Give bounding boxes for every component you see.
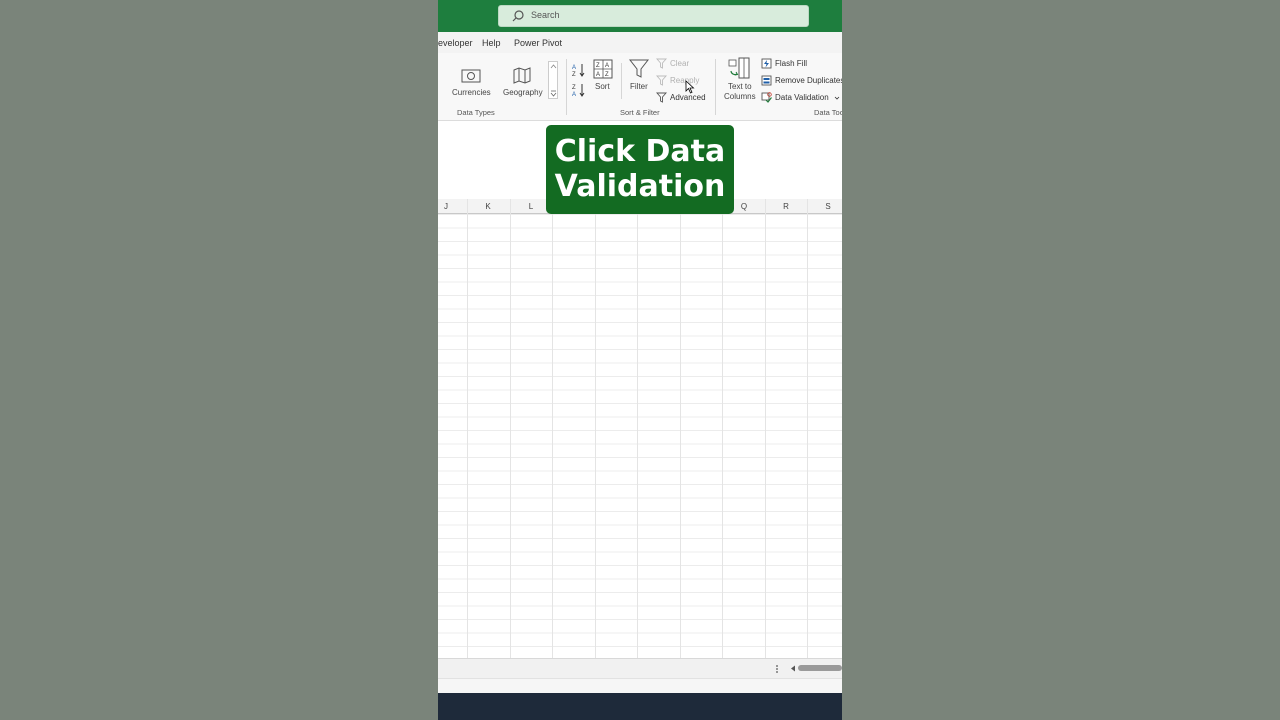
spreadsheet-grid[interactable] [438, 214, 842, 658]
instruction-overlay: Click Data Validation [546, 125, 734, 214]
chevron-down-icon[interactable] [834, 95, 840, 101]
sort-za-icon[interactable]: Z A [572, 83, 586, 97]
horizontal-scrollbar[interactable] [798, 665, 842, 671]
advanced-label: Advanced [670, 93, 706, 102]
menu-bar: eveloper Help Power Pivot [438, 32, 842, 53]
gridline [680, 199, 681, 658]
svg-text:Z: Z [572, 72, 576, 77]
svg-text:Z: Z [605, 72, 609, 78]
column-header-l[interactable]: L [521, 202, 541, 211]
overlay-line-1: Click Data [554, 134, 726, 169]
menu-developer[interactable]: eveloper [438, 38, 473, 48]
separator [621, 63, 622, 99]
reapply-icon [656, 75, 667, 86]
svg-text:A: A [596, 72, 600, 78]
data-tools-group-title: Data Too [814, 108, 842, 117]
chevron-up-icon [550, 64, 557, 69]
remove-duplicates-label: Remove Duplicates [775, 76, 842, 85]
more-options-icon[interactable] [775, 664, 779, 674]
text-to-columns-icon [728, 57, 750, 79]
remove-duplicates-icon [761, 75, 772, 86]
gridline [765, 199, 766, 658]
column-header-j[interactable]: J [438, 202, 456, 211]
data-validation-icon [761, 92, 772, 103]
sort-filter-group-title: Sort & Filter [620, 108, 660, 117]
excel-window: Search eveloper Help Power Pivot Currenc… [438, 0, 842, 720]
svg-text:Z: Z [572, 85, 576, 91]
mouse-cursor-icon [685, 80, 695, 94]
geography-label: Geography [503, 88, 543, 97]
sort-label: Sort [595, 82, 610, 91]
filter-label: Filter [630, 82, 648, 91]
ribbon: Currencies Geography Data Types A Z Z A [438, 53, 842, 121]
menu-power-pivot[interactable]: Power Pivot [514, 38, 562, 48]
gridline [467, 199, 468, 658]
filter-icon [628, 59, 650, 78]
video-bottom-bar [438, 693, 842, 720]
gridline [595, 199, 596, 658]
search-icon [512, 10, 524, 22]
clear-filter-icon [656, 58, 667, 69]
gridline [552, 199, 553, 658]
gridline [807, 199, 808, 658]
column-header-q[interactable]: Q [734, 202, 754, 211]
clear-label: Clear [670, 59, 690, 68]
flash-fill-label: Flash Fill [775, 59, 808, 68]
svg-text:A: A [572, 92, 576, 97]
gallery-scroll[interactable] [548, 61, 558, 99]
data-types-group-title: Data Types [457, 108, 495, 117]
search-placeholder: Search [531, 10, 560, 20]
column-header-s[interactable]: S [818, 202, 838, 211]
sheet-tab-bar [438, 658, 842, 678]
text-to-columns-label-2: Columns [724, 92, 756, 101]
svg-text:A: A [605, 63, 609, 69]
search-box[interactable]: Search [498, 5, 809, 27]
currencies-label: Currencies [452, 88, 491, 97]
separator [566, 59, 567, 115]
title-bar: Search [438, 0, 842, 32]
separator [715, 59, 716, 115]
more-icon [550, 90, 557, 97]
column-header-r[interactable]: R [776, 202, 796, 211]
gridline [722, 199, 723, 658]
sort-az-icon[interactable]: A Z [572, 63, 586, 77]
geography-icon [513, 67, 531, 84]
scroll-left-icon[interactable] [790, 665, 796, 672]
currencies-icon [461, 69, 481, 83]
status-bar [438, 678, 842, 693]
column-header-k[interactable]: K [478, 202, 498, 211]
svg-text:Z: Z [596, 63, 600, 69]
gridline [510, 199, 511, 658]
menu-help[interactable]: Help [482, 38, 501, 48]
flash-fill-icon [761, 58, 772, 69]
sort-icon: Z A A Z [593, 59, 613, 79]
data-validation-label: Data Validation [775, 93, 829, 102]
svg-text:A: A [572, 65, 576, 71]
overlay-line-2: Validation [554, 169, 726, 204]
gridline [637, 199, 638, 658]
advanced-filter-icon [656, 92, 667, 103]
text-to-columns-label-1: Text to [728, 82, 752, 91]
